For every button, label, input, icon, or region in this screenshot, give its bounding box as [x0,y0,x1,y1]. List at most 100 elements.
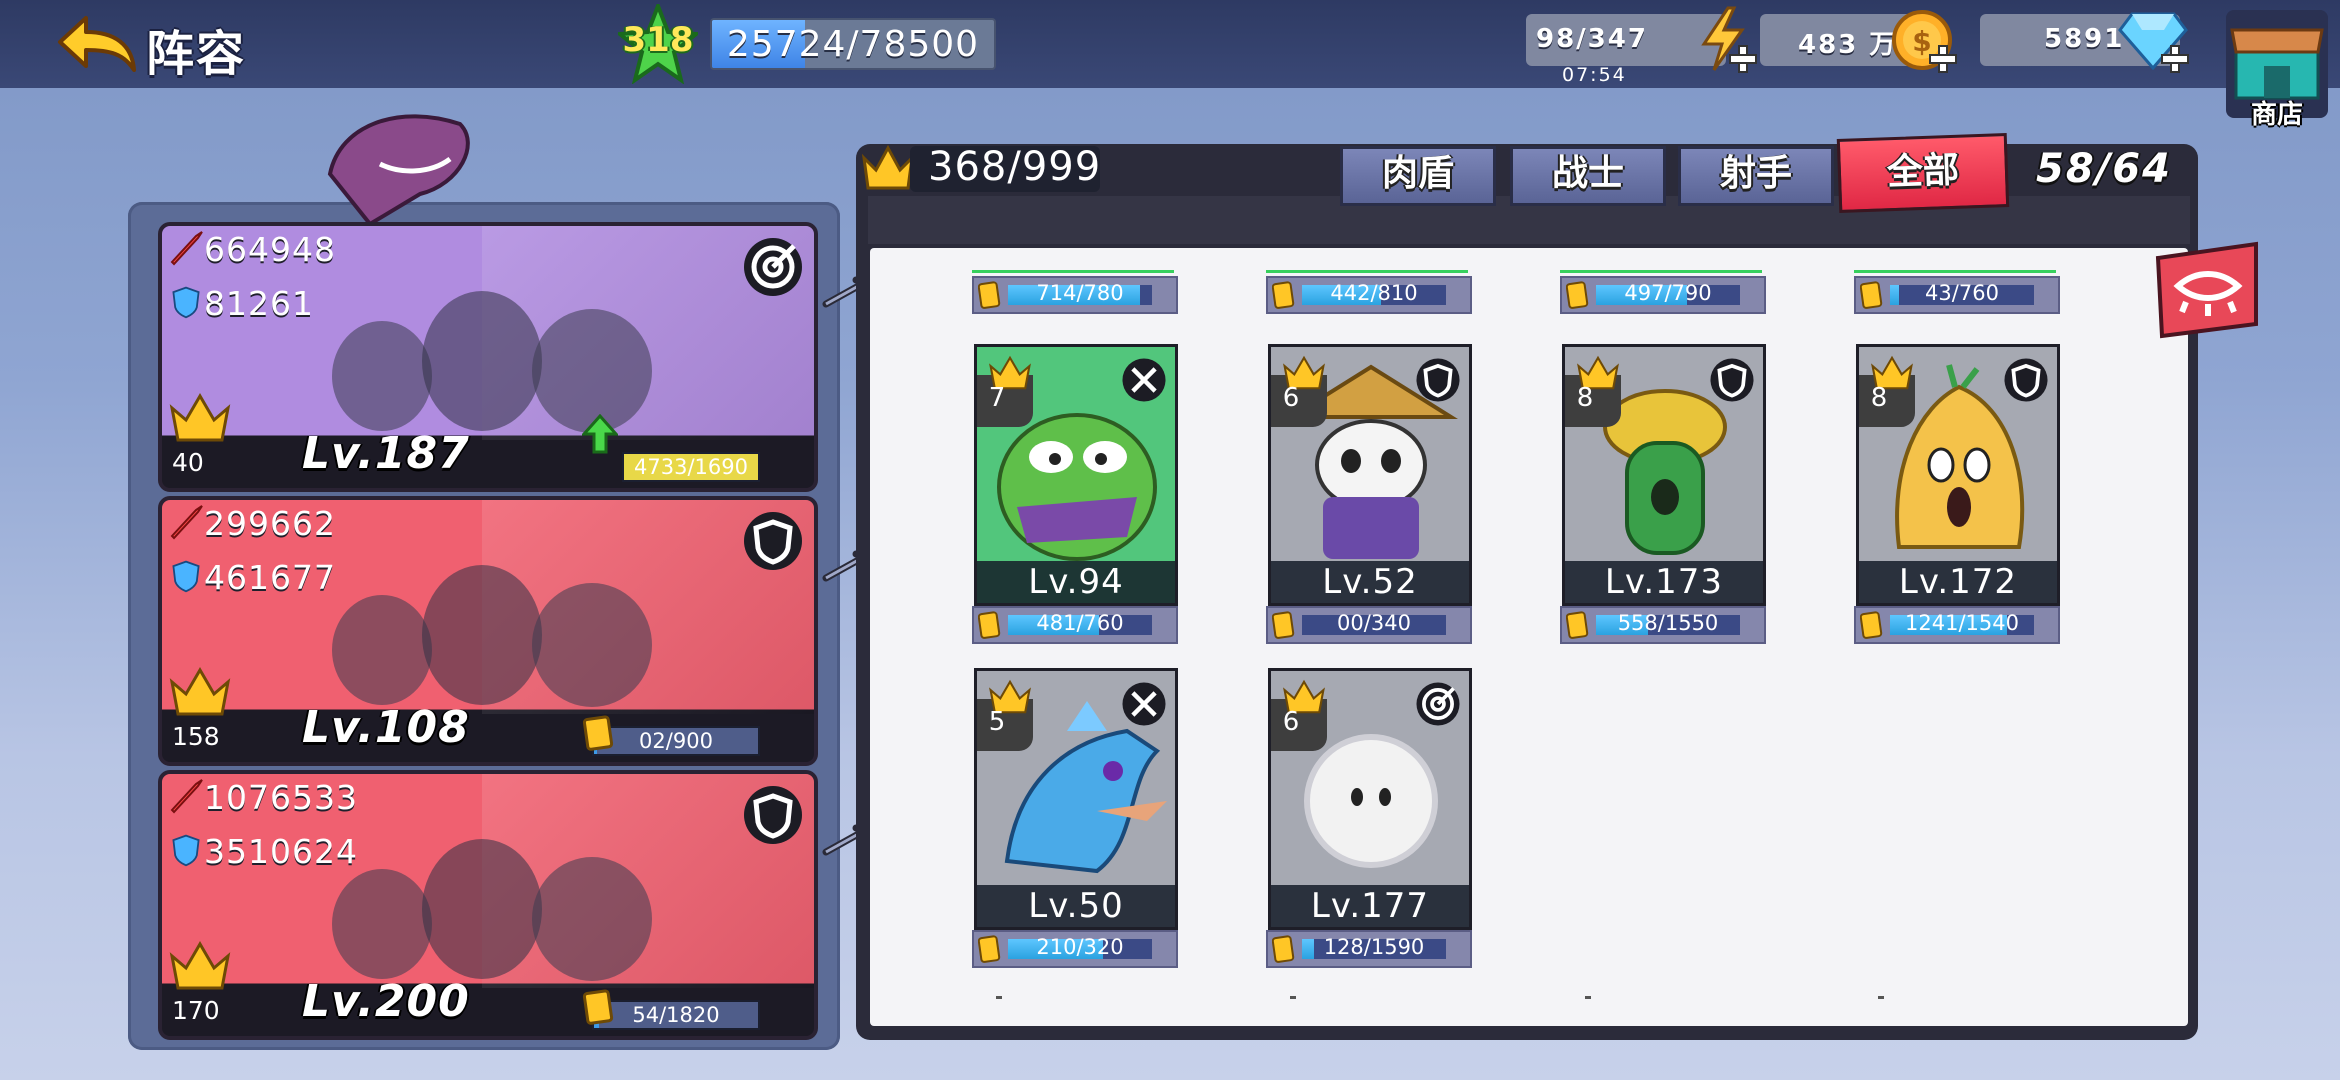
team-characters-art [332,291,652,433]
hero-star-count: 8 [1576,383,1594,413]
page-dot [1585,996,1591,999]
shard-bar-text: 43/760 [1925,281,1999,305]
hero-shard-bar: 128/1590 [1266,930,1472,968]
defense-icon [168,558,204,598]
tab-warrior[interactable]: 战士 [1510,146,1666,206]
team-banner-decoration [327,114,470,227]
team-characters-art [332,839,652,981]
capacity-value: 368/999 [928,144,1102,190]
team-star-count: 170 [172,996,220,1025]
shard-card-icon [1271,611,1296,639]
crown-icon [168,940,232,992]
team-defense: 81261 [204,284,314,323]
shard-bar-text: 497/790 [1624,281,1712,305]
hero-shard-bar: 210/320 [972,930,1178,968]
gem-value: 5891 [2044,24,2125,54]
hero-shard-bar: 00/340 [1266,606,1472,644]
team-shard-bar: 54/1820 [592,1000,760,1030]
shard-card-icon [1271,281,1296,309]
shield-icon [742,510,804,572]
hero-shard-bar: 481/760 [972,606,1178,644]
team-level: Lv.108 [302,702,470,753]
add-stamina-button[interactable] [1728,44,1758,74]
tab-archer[interactable]: 射手 [1678,146,1834,206]
shard-card-icon [977,935,1002,963]
shield-icon [742,784,804,846]
row-divider [1854,270,2056,273]
shard-bar-text: 481/760 [1036,611,1124,635]
shield-icon [1709,357,1755,403]
exp-bar: 25724/78500 [710,18,996,70]
hero-level: Lv.172 [1859,561,2057,603]
swords-icon [1121,681,1167,727]
team-attack: 1076533 [204,778,358,817]
page-dot [1878,996,1884,999]
hero-card-cactus[interactable]: 8 Lv.173 [1562,344,1766,606]
hero-level: Lv.94 [977,561,1175,603]
hero-star-count: 8 [1870,383,1888,413]
shard-bar-text: 128/1590 [1323,935,1425,959]
shard-card-icon [1859,611,1884,639]
shield-icon [2003,357,2049,403]
team-card-2[interactable]: 299662 461677 158 Lv.108 02/900 [158,496,818,766]
team-shard-bar: 02/900 [592,726,760,756]
hero-card-potato[interactable]: 8 Lv.172 [1856,344,2060,606]
shard-card-icon [582,715,614,751]
hero-shard-bar: 442/810 [1266,276,1472,314]
team-card-1[interactable]: 664948 81261 40 Lv.187 4733/1690 [158,222,818,492]
target-icon [742,236,804,298]
hero-shard-bar: 1241/1540 [1854,606,2060,644]
shop-button[interactable]: 商店 [2222,6,2332,130]
shop-label: 商店 [2250,100,2303,130]
hero-star-count: 5 [988,707,1006,737]
row-divider [1266,270,1468,273]
shard-bar-text: 1241/1540 [1905,611,2019,635]
shard-card-icon [1565,281,1590,309]
crown-icon [168,392,232,444]
shard-card-icon [1565,611,1590,639]
hero-level: Lv.173 [1565,561,1763,603]
add-coin-button[interactable] [1928,44,1958,74]
hero-star-count: 6 [1282,383,1300,413]
shard-card-icon [1271,935,1296,963]
shard-bar-text: 442/810 [1330,281,1418,305]
team-shard-text: 02/900 [639,729,713,753]
eye-toggle-button[interactable] [2152,240,2262,340]
row-divider [972,270,1174,273]
team-characters-art [332,565,652,707]
hero-count: 58/64 [2036,146,2172,192]
team-shard-bar: 4733/1690 [622,452,760,482]
shield-icon [1415,357,1461,403]
attack-icon [166,228,206,272]
team-card-3[interactable]: 1076533 3510624 170 Lv.200 54/1820 [158,770,818,1040]
back-arrow-icon[interactable] [52,10,140,80]
upgrade-arrow-icon [582,414,618,454]
tab-tank[interactable]: 肉盾 [1340,146,1496,206]
hero-card-furball[interactable]: 6 Lv.177 [1268,668,1472,930]
hero-shard-bar: 714/780 [972,276,1178,314]
team-level: Lv.200 [302,976,470,1027]
page-title: 阵容 [146,26,247,82]
hero-level: Lv.177 [1271,885,1469,927]
add-gem-button[interactable] [2160,44,2190,74]
hero-card-panda[interactable]: 6 Lv.52 [1268,344,1472,606]
hero-card-dragon[interactable]: 5 Lv.50 [974,668,1178,930]
team-star-count: 40 [172,448,204,477]
shard-card-icon [582,989,614,1025]
hero-card-frog[interactable]: 7 Lv.94 [974,344,1178,606]
attack-icon [166,502,206,546]
team-shard-text: 4733/1690 [634,455,748,479]
capacity-crown-icon [861,144,915,190]
attack-icon [166,776,206,820]
stamina-timer: 07:54 [1562,64,1627,86]
team-defense: 461677 [204,558,336,597]
shard-bar-text: 00/340 [1337,611,1411,635]
shard-card-icon [977,611,1002,639]
shard-card-icon [1859,281,1884,309]
tab-all[interactable]: 全部 [1836,133,2010,213]
target-icon [1415,681,1461,727]
hero-level: Lv.50 [977,885,1175,927]
shard-bar-text: 210/320 [1036,935,1124,959]
swords-icon [1121,357,1167,403]
page-dot [996,996,1002,999]
